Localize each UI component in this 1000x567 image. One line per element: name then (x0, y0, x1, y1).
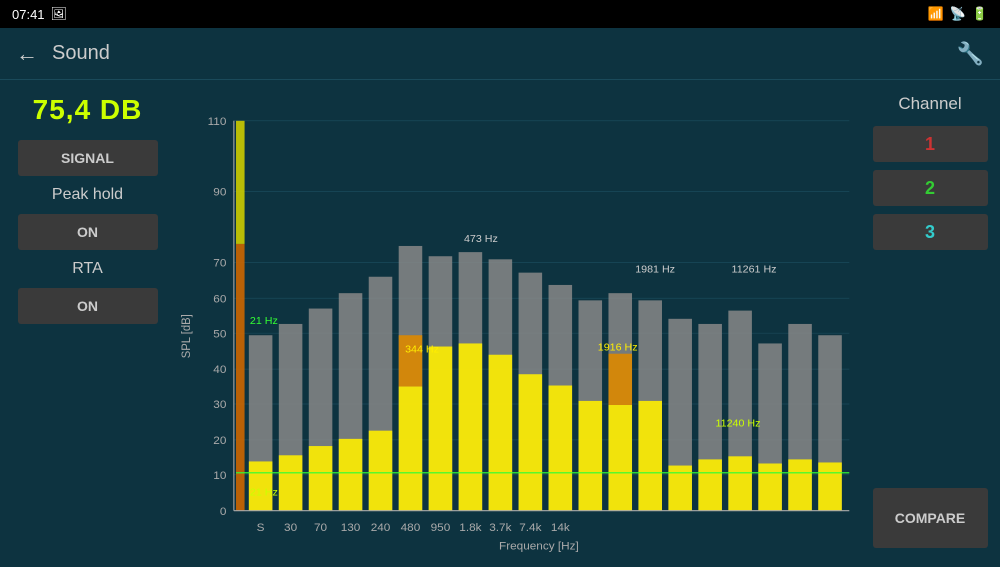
frequency-chart: 110 90 70 60 50 40 30 (175, 90, 860, 562)
channel-1-button[interactable]: 1 (873, 126, 988, 162)
svg-text:40: 40 (213, 364, 226, 376)
settings-icon[interactable]: 🔧 (957, 41, 984, 67)
svg-text:950: 950 (431, 522, 451, 534)
signal-button[interactable]: SIGNAL (18, 140, 158, 176)
channel-3-button[interactable]: 3 (873, 214, 988, 250)
right-panel: Channel 1 2 3 COMPARE (860, 80, 1000, 562)
svg-text:30: 30 (284, 522, 297, 534)
svg-text:344 Hz: 344 Hz (405, 345, 439, 356)
svg-text:11240 Hz: 11240 Hz (716, 419, 761, 430)
svg-text:110: 110 (208, 116, 227, 128)
svg-text:1916 Hz: 1916 Hz (598, 343, 638, 354)
back-button[interactable]: ← (16, 41, 38, 67)
signal-icon: 📡 (950, 6, 966, 22)
svg-text:7.4k: 7.4k (519, 522, 541, 534)
svg-text:10: 10 (213, 470, 226, 482)
svg-text:480: 480 (401, 522, 421, 534)
svg-text:70: 70 (314, 522, 327, 534)
wifi-icon: 📶 (927, 6, 943, 22)
time-display: 07:41 (12, 7, 45, 22)
svg-text:473 Hz: 473 Hz (464, 234, 498, 245)
svg-text:1.8k: 1.8k (459, 522, 481, 534)
rta-on-button[interactable]: ON (18, 288, 158, 324)
svg-text:90: 90 (213, 187, 226, 199)
peak-hold-label: Peak hold (52, 186, 123, 204)
svg-text:70: 70 (213, 258, 226, 270)
svg-text:S: S (257, 522, 265, 534)
svg-text:50: 50 (213, 328, 226, 340)
svg-text:0: 0 (220, 506, 227, 518)
svg-text:11261 Hz: 11261 Hz (732, 265, 777, 276)
channel-2-button[interactable]: 2 (873, 170, 988, 206)
svg-text:3.7k: 3.7k (489, 522, 511, 534)
svg-text:Frequency [Hz]: Frequency [Hz] (499, 541, 579, 553)
rta-label: RTA (72, 260, 103, 278)
photo-icon: 🖼 (51, 6, 68, 22)
compare-button[interactable]: COMPARE (873, 488, 988, 548)
svg-text:130: 130 (341, 522, 361, 534)
svg-text:60: 60 (213, 294, 226, 306)
page-title: Sound (52, 42, 957, 65)
svg-text:240: 240 (371, 522, 391, 534)
svg-text:20: 20 (213, 435, 226, 447)
svg-text:21 Hz: 21 Hz (250, 316, 278, 327)
top-bar: ← Sound 🔧 (0, 28, 1000, 80)
svg-text:14k: 14k (551, 522, 570, 534)
main-content: 75,4 DB SIGNAL Peak hold ON RTA ON 110 9… (0, 80, 1000, 562)
svg-text:SPL [dB]: SPL [dB] (181, 314, 193, 358)
svg-text:21 Hz: 21 Hz (250, 487, 278, 498)
chart-area: 110 90 70 60 50 40 30 (175, 80, 860, 562)
svg-text:30: 30 (213, 399, 226, 411)
svg-text:1981 Hz: 1981 Hz (635, 265, 675, 276)
peak-hold-on-button[interactable]: ON (18, 214, 158, 250)
db-reading: 75,4 DB (33, 94, 143, 126)
left-panel: 75,4 DB SIGNAL Peak hold ON RTA ON (0, 80, 175, 562)
status-bar: 07:41 🖼 📶 📡 🔋 (0, 0, 1000, 28)
channel-label: Channel (898, 94, 961, 114)
battery-icon: 🔋 (972, 6, 988, 22)
